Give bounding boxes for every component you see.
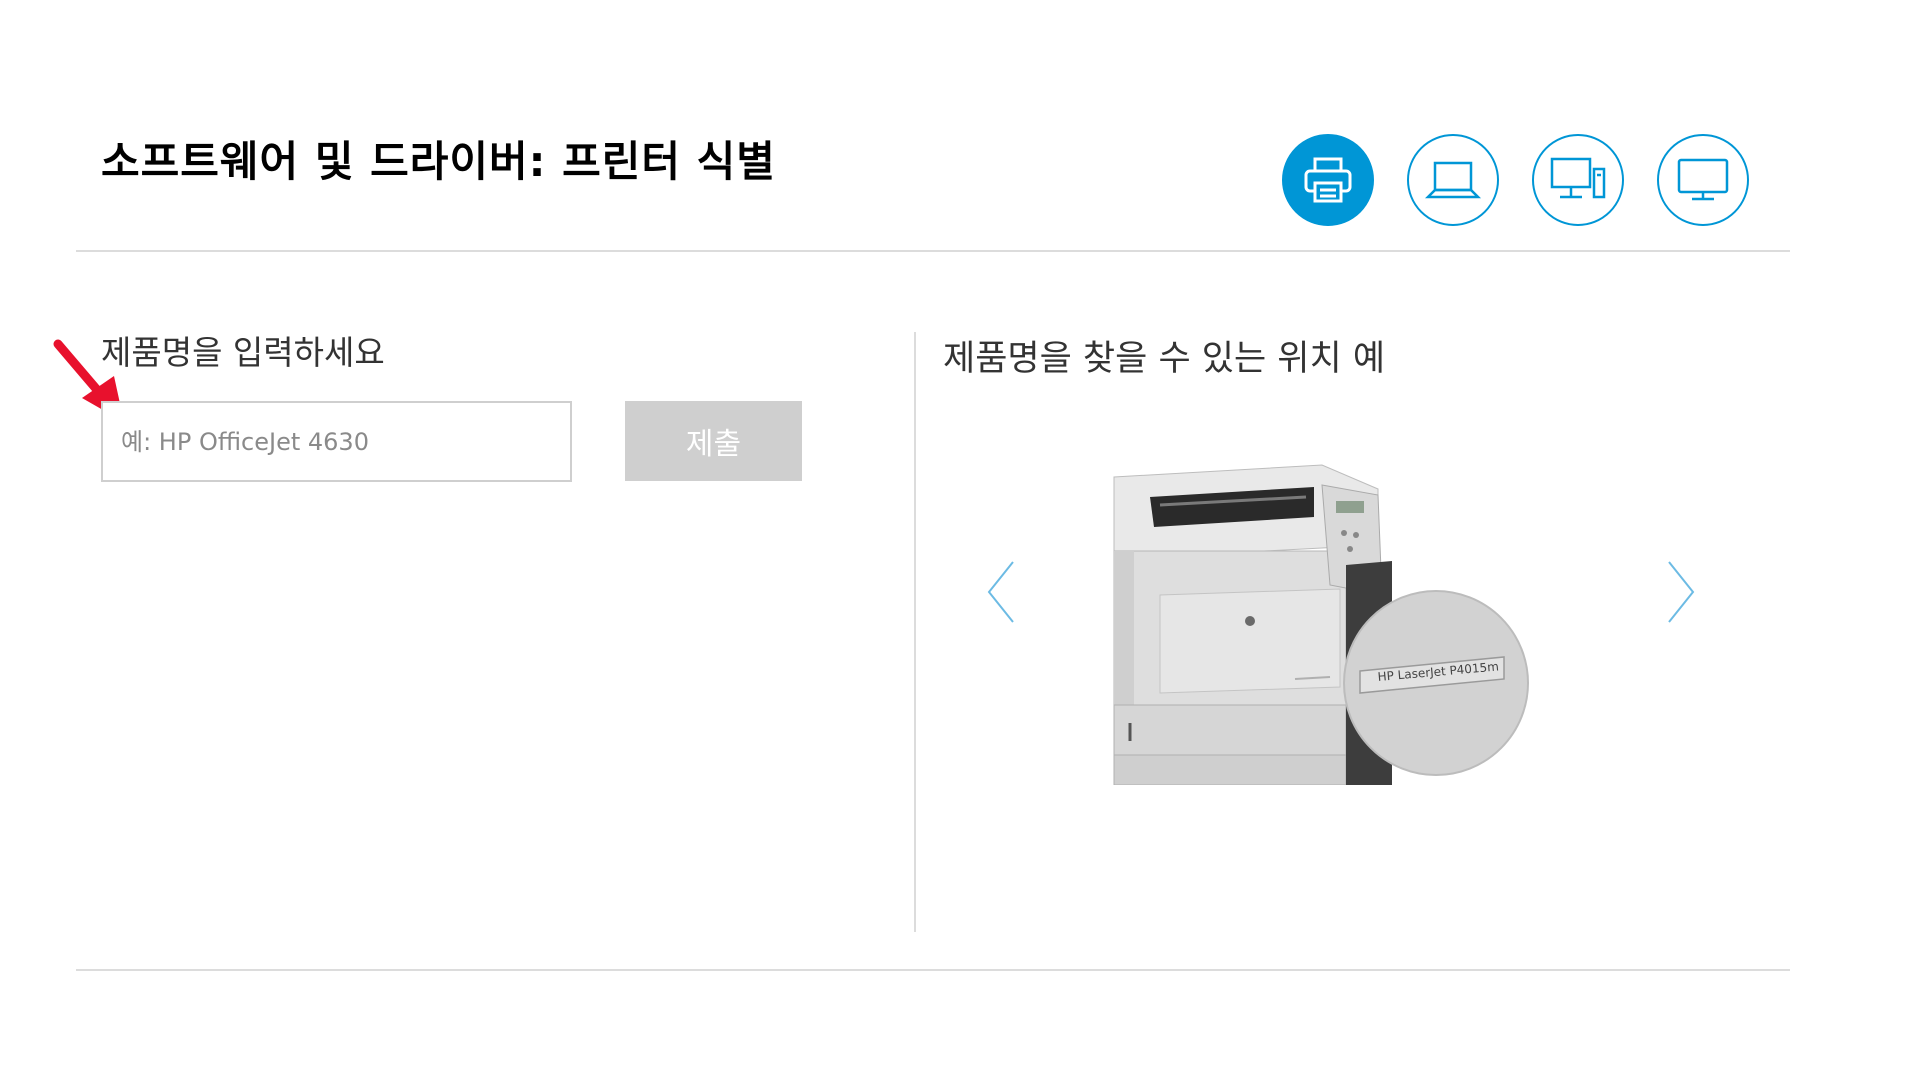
product-name-input[interactable] — [101, 401, 572, 482]
product-name-label: 제품명을 입력하세요 — [101, 333, 385, 372]
printer-device-button[interactable] — [1282, 134, 1374, 226]
desktop-icon — [1550, 157, 1606, 199]
device-type-selector — [1282, 134, 1749, 226]
monitor-device-button[interactable] — [1657, 134, 1749, 226]
laptop-icon — [1424, 161, 1482, 199]
monitor-icon — [1677, 158, 1729, 201]
printer-icon — [1304, 157, 1352, 203]
page-title: 소프트웨어 및 드라이버: 프린터 식별 — [101, 137, 776, 186]
chevron-right-icon[interactable] — [1665, 558, 1697, 626]
example-location-label: 제품명을 찾을 수 있는 위치 예 — [943, 339, 1386, 379]
header-divider — [76, 250, 1790, 252]
laptop-device-button[interactable] — [1407, 134, 1499, 226]
printer-example-image: HP LaserJet P4015m — [1113, 464, 1529, 785]
chevron-left-icon[interactable] — [985, 558, 1017, 626]
column-divider — [914, 332, 916, 932]
submit-button[interactable]: 제출 — [625, 401, 802, 481]
desktop-device-button[interactable] — [1532, 134, 1624, 226]
footer-divider — [76, 969, 1790, 971]
